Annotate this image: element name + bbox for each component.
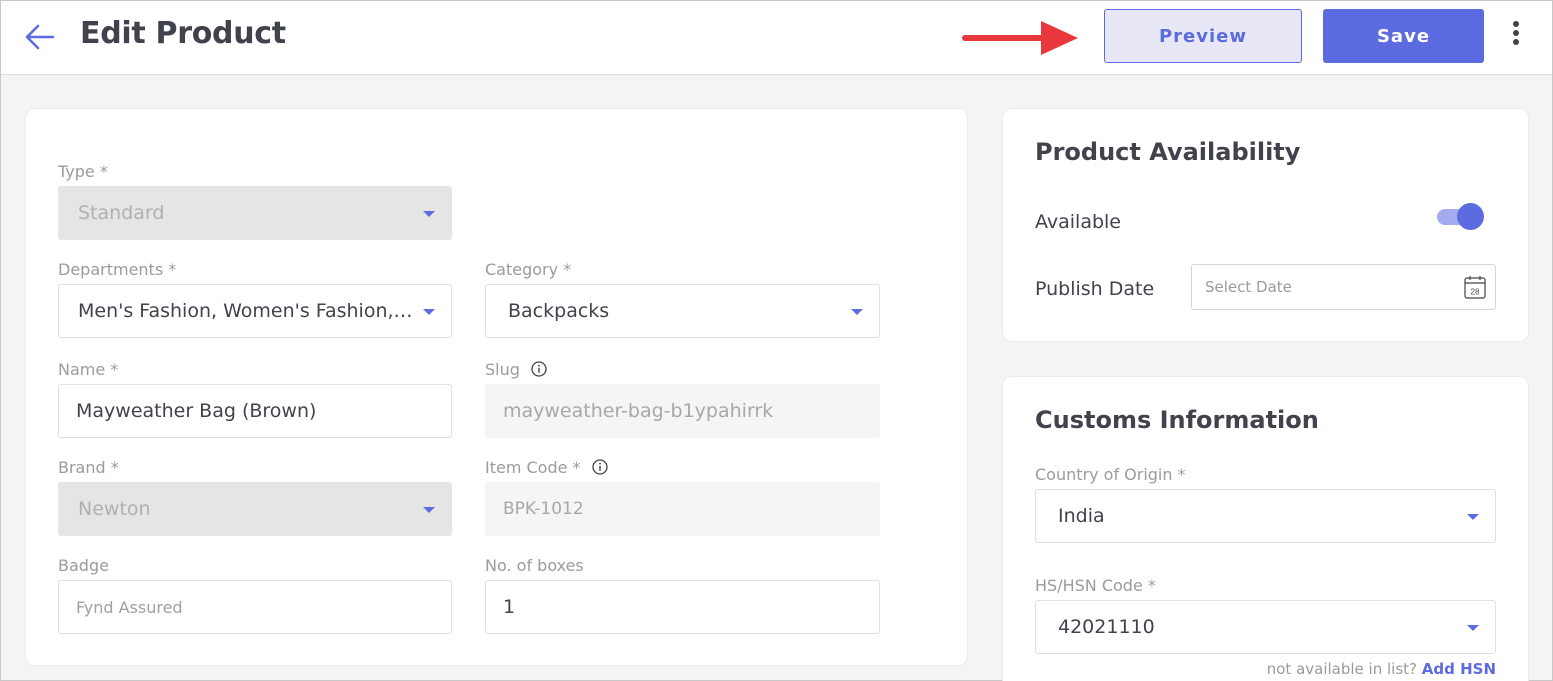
departments-label: Departments * [58,260,177,279]
publish-date-input[interactable] [1191,264,1496,310]
slug-value: mayweather-bag-b1ypahirrk [503,400,774,422]
name-value: Mayweather Bag (Brown) [76,400,317,422]
category-select[interactable]: Backpacks [485,284,880,338]
badge-input[interactable]: Fynd Assured [58,580,452,634]
info-icon[interactable] [592,459,608,475]
name-label: Name * [58,360,119,379]
info-icon[interactable] [531,361,547,377]
country-select[interactable]: India [1035,489,1496,543]
chevron-down-icon [1467,514,1479,520]
name-input[interactable]: Mayweather Bag (Brown) [58,384,452,438]
hsn-select[interactable]: 42021110 [1035,600,1496,654]
availability-title: Product Availability [1035,138,1301,166]
hsn-hint: not available in list? Add HSN [1201,660,1496,678]
hsn-hint-text: not available in list? [1266,660,1417,678]
add-hsn-link[interactable]: Add HSN [1422,660,1496,678]
calendar-day-text: 28 [1471,288,1480,297]
chevron-down-icon [423,507,435,513]
slug-label: Slug [485,360,547,379]
hsn-value: 42021110 [1058,616,1155,638]
publish-date-label: Publish Date [1035,278,1155,300]
customs-title: Customs Information [1035,406,1319,434]
type-label: Type * [58,162,108,181]
preview-button[interactable]: Preview [1104,9,1302,63]
chevron-down-icon [423,211,435,217]
slug-label-text: Slug [485,360,520,379]
more-options-icon[interactable] [1506,21,1526,51]
country-label: Country of Origin * [1035,465,1186,484]
boxes-input[interactable]: 1 [485,580,880,634]
departments-select[interactable]: Men's Fashion, Women's Fashion, K... [58,284,452,338]
badge-label: Badge [58,556,109,575]
item-code-label: Item Code * [485,458,608,477]
calendar-icon[interactable]: 28 [1464,275,1486,299]
item-code-value: BPK-1012 [503,499,584,519]
save-button[interactable]: Save [1323,9,1484,63]
item-code-input: BPK-1012 [485,482,880,536]
slug-input: mayweather-bag-b1ypahirrk [485,384,880,438]
item-code-label-text: Item Code * [485,458,581,477]
badge-value: Fynd Assured [76,597,183,617]
brand-label: Brand * [58,458,119,477]
toggle-knob [1457,203,1484,230]
departments-value: Men's Fashion, Women's Fashion, K... [78,300,418,322]
boxes-value: 1 [503,596,516,618]
chevron-down-icon [423,309,435,315]
brand-value: Newton [78,498,151,520]
category-label: Category * [485,260,572,279]
chevron-down-icon [1467,625,1479,631]
type-select: Standard [58,186,452,240]
annotation-arrow-icon [961,19,1081,57]
country-value: India [1058,505,1105,527]
brand-select: Newton [58,482,452,536]
category-value: Backpacks [508,300,610,322]
type-value: Standard [78,202,165,224]
hsn-label: HS/HSN Code * [1035,576,1156,595]
available-toggle[interactable] [1437,203,1485,231]
available-label: Available [1035,211,1122,233]
boxes-label: No. of boxes [485,556,584,575]
page-title: Edit Product [80,16,286,51]
top-bar: Edit Product Preview Save [1,1,1552,75]
back-arrow-icon[interactable] [23,21,57,53]
chevron-down-icon [851,309,863,315]
